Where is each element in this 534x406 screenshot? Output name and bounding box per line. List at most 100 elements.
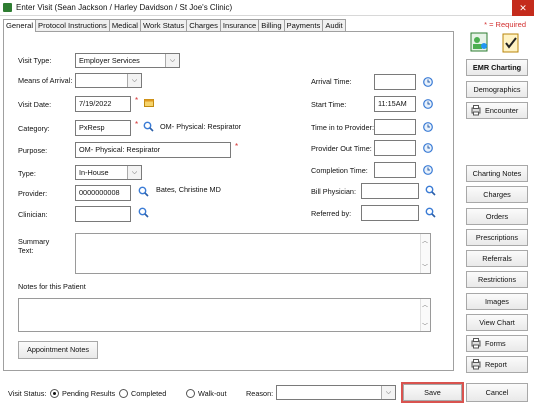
tab-general[interactable]: General	[3, 19, 37, 32]
visit-date-field[interactable]: 7/19/2022	[75, 96, 131, 112]
close-icon[interactable]: ✕	[512, 0, 534, 16]
completion-time-label: Completion Time:	[311, 166, 368, 175]
notes-textarea[interactable]: ︿ ﹀	[18, 298, 431, 332]
checklist-icon[interactable]	[501, 32, 521, 54]
search-icon[interactable]	[425, 207, 436, 218]
general-panel: Visit Type: Employer Services ⌵ Means of …	[3, 31, 454, 371]
tab-strip: General Protocol Instructions Medical Work …	[3, 19, 346, 32]
referred-by-label: Referred by:	[311, 209, 352, 218]
orders-button[interactable]: Orders	[466, 208, 528, 225]
search-icon[interactable]	[143, 121, 154, 132]
reason-select[interactable]: ⌵	[276, 385, 396, 400]
reason-label: Reason:	[246, 389, 274, 398]
start-time-label: Start Time:	[311, 100, 347, 109]
walk-out-radio[interactable]	[186, 389, 195, 398]
summary-textarea[interactable]: ︿ ﹀	[75, 233, 431, 274]
visit-type-select[interactable]: Employer Services ⌵	[75, 53, 180, 68]
charges-button[interactable]: Charges	[466, 186, 528, 203]
bill-physician-field[interactable]	[361, 183, 419, 199]
required-star: *	[235, 142, 239, 151]
summary-scrollbar[interactable]: ︿ ﹀	[420, 234, 430, 273]
clock-icon[interactable]	[423, 122, 433, 132]
tab-audit[interactable]: Audit	[322, 19, 346, 31]
search-icon[interactable]	[138, 207, 149, 218]
scroll-up-icon[interactable]: ︿	[422, 300, 428, 309]
prescriptions-button[interactable]: Prescriptions	[466, 229, 528, 246]
purpose-field[interactable]: OM- Physical: Respirator	[75, 142, 231, 158]
visit-type-label: Visit Type:	[18, 56, 52, 65]
bill-physician-label: Bill Physician:	[311, 187, 357, 196]
notes-label: Notes for this Patient	[18, 282, 86, 291]
tab-charges[interactable]: Charges	[186, 19, 221, 31]
category-label: Category:	[18, 124, 50, 133]
arrival-time-label: Arrival Time:	[311, 77, 352, 86]
referrals-button[interactable]: Referrals	[466, 250, 528, 267]
save-button[interactable]: Save	[403, 384, 462, 401]
tab-work-status[interactable]: Work Status	[140, 19, 188, 31]
type-select[interactable]: In-House ⌵	[75, 165, 142, 180]
means-of-arrival-label: Means of Arrival:	[18, 76, 73, 85]
category-field[interactable]: PxResp	[75, 120, 131, 136]
clock-icon[interactable]	[423, 77, 433, 87]
title-bar: Enter Visit (Sean Jackson / Harley David…	[0, 0, 534, 16]
arrival-time-field[interactable]	[374, 74, 416, 90]
clinician-label: Clinician:	[18, 210, 48, 219]
pending-results-label: Pending Results	[62, 389, 116, 398]
required-star: *	[135, 96, 139, 105]
visit-status-label: Visit Status:	[8, 389, 47, 398]
clock-icon[interactable]	[423, 143, 433, 153]
calendar-icon[interactable]	[144, 98, 154, 107]
visit-type-value: Employer Services	[79, 56, 140, 65]
restrictions-button[interactable]: Restrictions	[466, 271, 528, 288]
tab-payments[interactable]: Payments	[283, 19, 324, 31]
cancel-button[interactable]: Cancel	[466, 383, 528, 402]
images-button[interactable]: Images	[466, 293, 528, 310]
search-icon[interactable]	[138, 186, 149, 197]
pending-results-radio[interactable]	[50, 389, 59, 398]
type-value: In-House	[79, 168, 109, 177]
type-label: Type:	[18, 169, 36, 178]
tab-insurance[interactable]: Insurance	[219, 19, 260, 31]
provider-field[interactable]: 0000000008	[75, 185, 131, 201]
forms-label: Forms	[485, 339, 506, 348]
chevron-down-icon: ⌵	[381, 386, 395, 399]
chevron-down-icon: ⌵	[127, 74, 141, 87]
people-chart-icon[interactable]	[470, 32, 490, 54]
window-title: Enter Visit (Sean Jackson / Harley David…	[16, 3, 233, 12]
appointment-notes-button[interactable]: Appointment Notes	[18, 341, 98, 359]
demographics-button[interactable]: Demographics	[466, 81, 528, 98]
clock-icon[interactable]	[423, 165, 433, 175]
clinician-field[interactable]	[75, 206, 131, 222]
referred-by-field[interactable]	[361, 205, 419, 221]
app-icon	[3, 3, 12, 12]
tab-protocol-instructions[interactable]: Protocol Instructions	[35, 19, 110, 31]
time-in-provider-label: Time in to Provider:	[311, 123, 374, 132]
completed-radio[interactable]	[119, 389, 128, 398]
summary-text-label: Text:	[18, 246, 34, 255]
purpose-label: Purpose:	[18, 146, 48, 155]
required-star: *	[135, 120, 139, 129]
scroll-down-icon[interactable]: ﹀	[422, 262, 428, 271]
charting-notes-button[interactable]: Charting Notes	[466, 165, 528, 182]
completed-label: Completed	[131, 389, 167, 398]
provider-out-time-field[interactable]	[374, 140, 416, 156]
emr-charting-button[interactable]: EMR Charting	[466, 59, 528, 76]
means-of-arrival-select[interactable]: ⌵	[75, 73, 142, 88]
clock-icon[interactable]	[423, 99, 433, 109]
encounter-label: Encounter	[485, 106, 519, 115]
completion-time-field[interactable]	[374, 162, 416, 178]
required-note: * = Required	[484, 20, 526, 29]
walk-out-label: Walk-out	[198, 389, 227, 398]
time-in-provider-field[interactable]	[374, 119, 416, 135]
tab-billing[interactable]: Billing	[258, 19, 285, 31]
printer-icon	[471, 338, 481, 349]
search-icon[interactable]	[425, 185, 436, 196]
provider-out-time-label: Provider Out Time:	[311, 144, 372, 153]
notes-scrollbar[interactable]: ︿ ﹀	[420, 299, 430, 331]
scroll-up-icon[interactable]: ︿	[422, 236, 428, 245]
start-time-field[interactable]: 11:15AM	[374, 96, 416, 112]
scroll-down-icon[interactable]: ﹀	[422, 321, 428, 330]
view-chart-button[interactable]: View Chart	[466, 314, 528, 331]
tab-medical[interactable]: Medical	[108, 19, 141, 31]
category-description: OM- Physical: Respirator	[160, 122, 242, 131]
